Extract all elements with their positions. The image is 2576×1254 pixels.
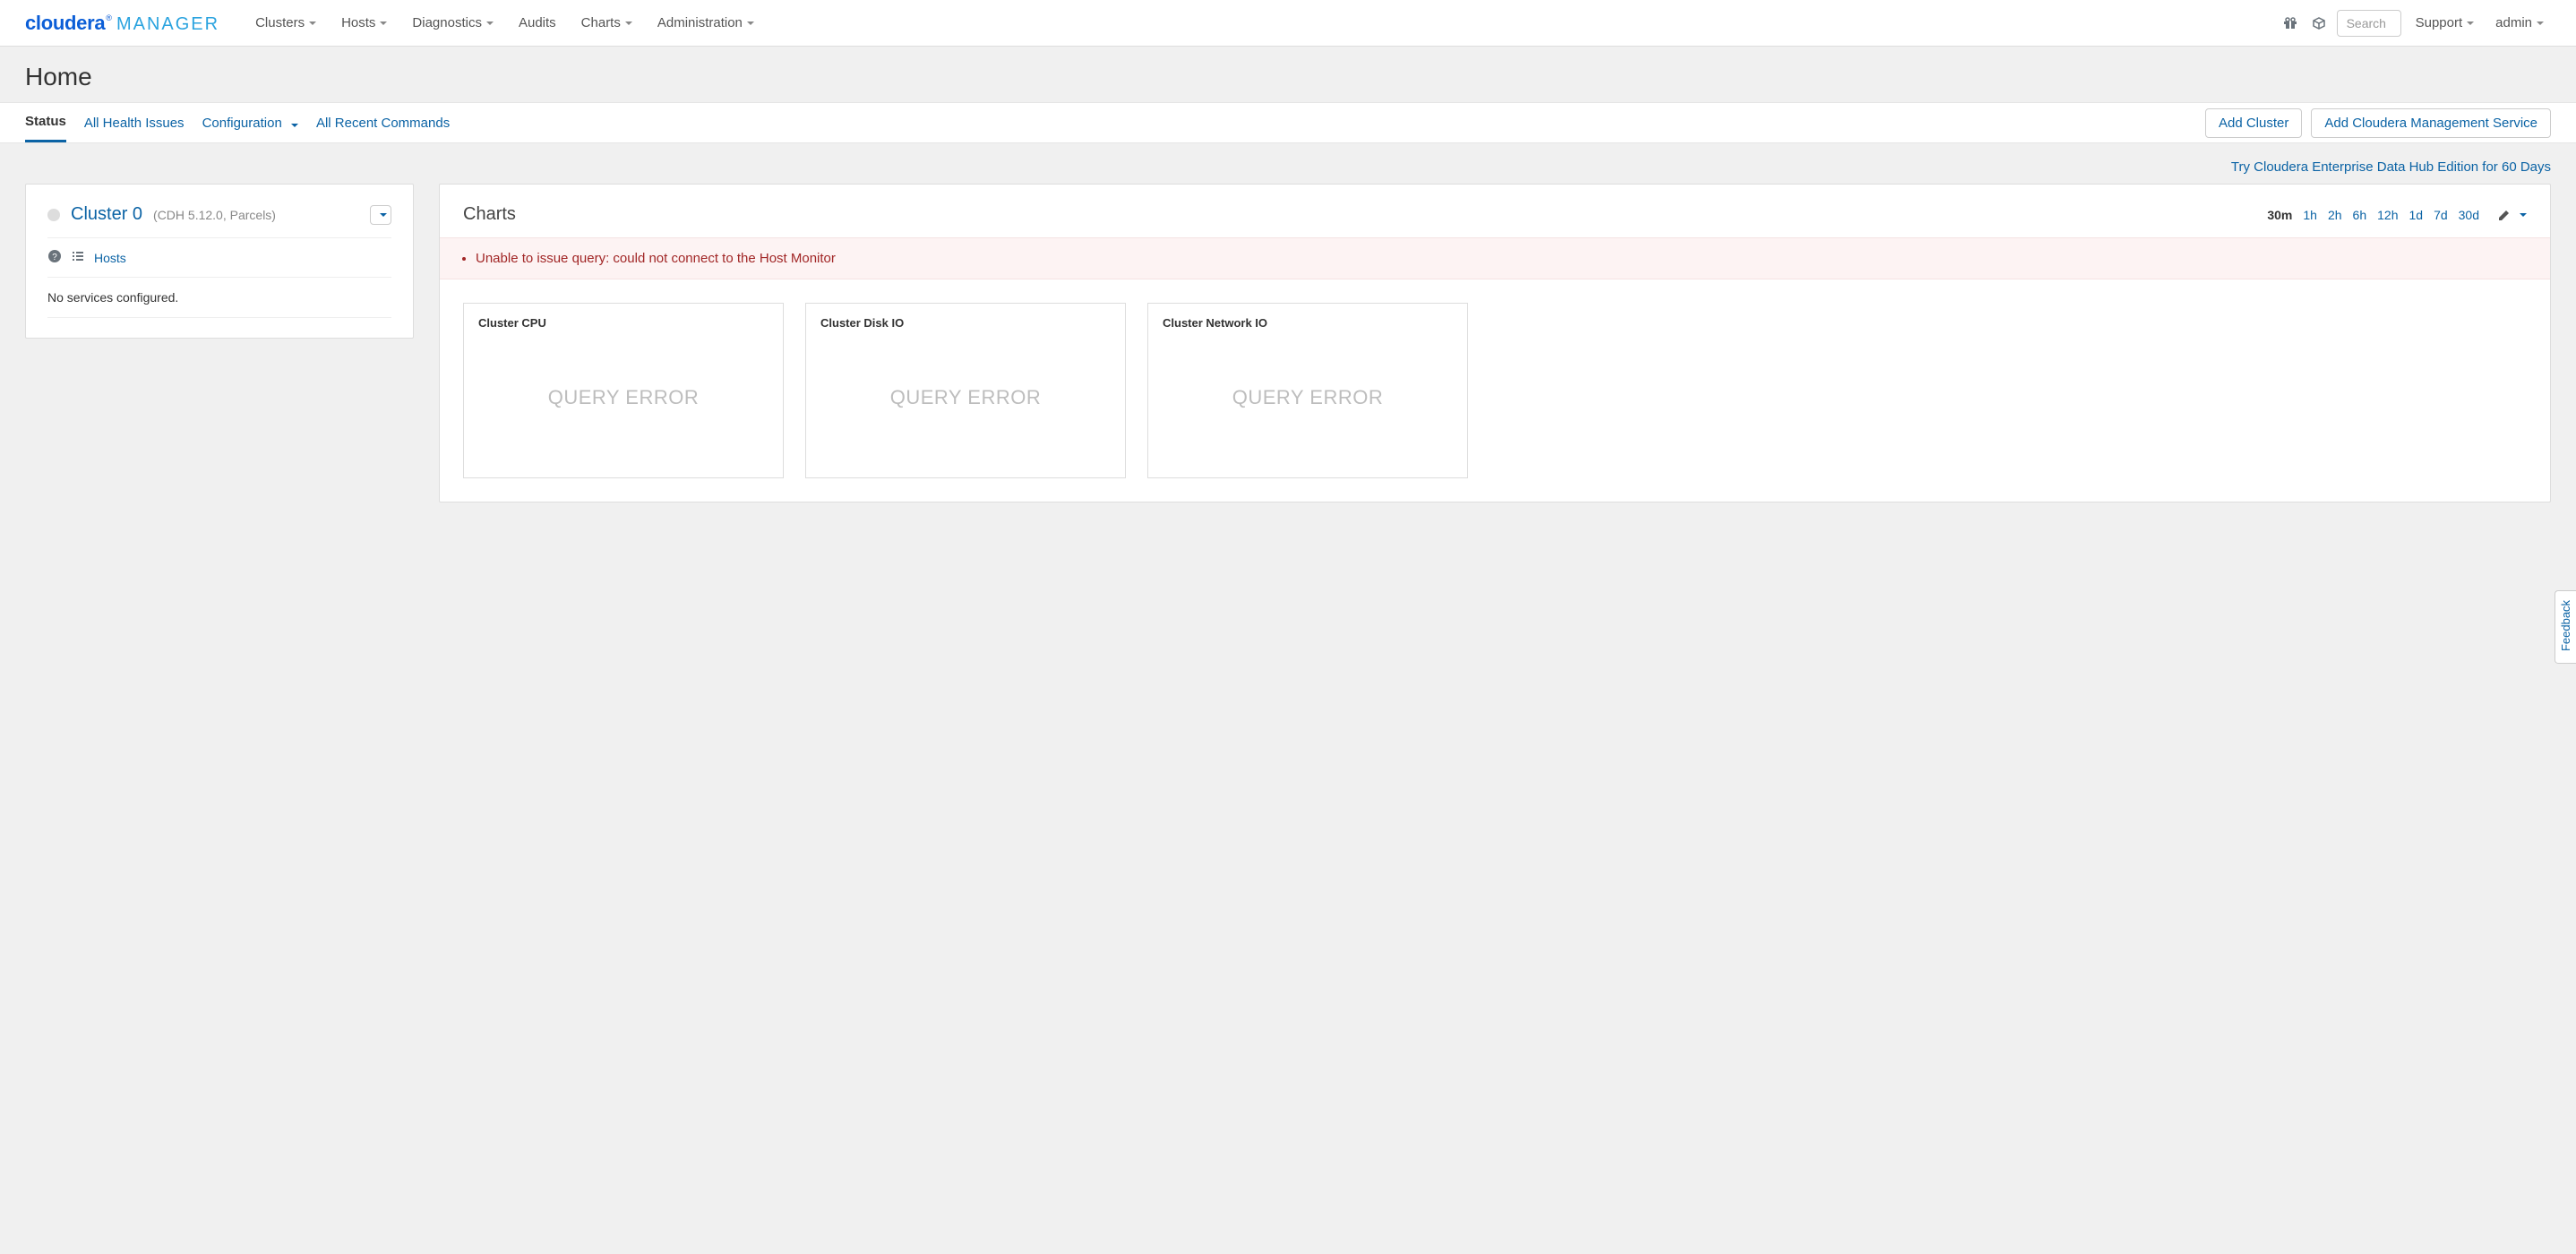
navbar-right: Support admin: [2280, 0, 2551, 47]
nav-administration[interactable]: Administration: [645, 0, 767, 47]
caret-down-icon: [291, 124, 298, 127]
tab-status[interactable]: Status: [25, 103, 66, 142]
registered-mark: ®: [106, 13, 112, 22]
nav-admin-user[interactable]: admin: [2488, 0, 2551, 47]
time-range-2h[interactable]: 2h: [2328, 208, 2342, 222]
caret-down-icon: [747, 21, 754, 25]
chart-query-error: QUERY ERROR: [1232, 386, 1384, 409]
charts-heading: Charts: [463, 204, 516, 225]
nav-support-label: Support: [2416, 15, 2463, 30]
brand-logo[interactable]: cloudera ® MANAGER: [25, 12, 219, 35]
svg-text:?: ?: [52, 253, 57, 262]
promo-row: Try Cloudera Enterprise Data Hub Edition…: [25, 143, 2551, 184]
page-title: Home: [25, 63, 2551, 91]
charts-error-message: Unable to issue query: could not connect…: [476, 251, 2527, 266]
nav-clusters-label: Clusters: [255, 15, 305, 30]
nav-clusters[interactable]: Clusters: [243, 0, 329, 47]
cluster-hosts-row: ? Hosts: [47, 238, 391, 278]
charts-header: Charts 30m 1h 2h 6h 12h 1d 7d 30d: [440, 204, 2550, 237]
caret-down-icon: [2537, 21, 2544, 25]
time-range-selector: 30m 1h 2h 6h 12h 1d 7d 30d: [2267, 208, 2527, 222]
nav-charts-label: Charts: [581, 15, 621, 30]
caret-down-icon: [380, 21, 387, 25]
cluster-no-services: No services configured.: [47, 278, 391, 318]
nav-audits[interactable]: Audits: [506, 0, 569, 47]
time-range-30d[interactable]: 30d: [2459, 208, 2479, 222]
top-navbar: cloudera ® MANAGER Clusters Hosts Diagno…: [0, 0, 2576, 47]
gift-icon[interactable]: [2280, 11, 2301, 36]
caret-down-icon: [2520, 213, 2527, 217]
caret-down-icon: [486, 21, 494, 25]
add-cms-button[interactable]: Add Cloudera Management Service: [2311, 108, 2551, 138]
nav-charts[interactable]: Charts: [569, 0, 645, 47]
tab-configuration[interactable]: Configuration: [202, 105, 298, 142]
chart-query-error: QUERY ERROR: [548, 386, 700, 409]
chart-tile-title: Cluster Disk IO: [820, 316, 1111, 330]
tab-recent-commands[interactable]: All Recent Commands: [316, 105, 450, 142]
chart-tile-title: Cluster CPU: [478, 316, 769, 330]
nav-support[interactable]: Support: [2409, 0, 2482, 47]
tabs-row: Status All Health Issues Configuration A…: [0, 102, 2576, 143]
tab-health-issues[interactable]: All Health Issues: [84, 105, 185, 142]
caret-down-icon: [309, 21, 316, 25]
cluster-header: Cluster 0 (CDH 5.12.0, Parcels): [47, 204, 391, 238]
chart-tile: Cluster Disk IO QUERY ERROR: [805, 303, 1126, 478]
time-range-12h[interactable]: 12h: [2377, 208, 2398, 222]
caret-down-icon: [625, 21, 632, 25]
time-range-7d[interactable]: 7d: [2434, 208, 2448, 222]
caret-down-icon: [380, 213, 387, 217]
question-icon: ?: [47, 249, 62, 266]
promo-trial-link[interactable]: Try Cloudera Enterprise Data Hub Edition…: [2231, 159, 2551, 175]
caret-down-icon: [2467, 21, 2474, 25]
cluster-actions-dropdown[interactable]: [370, 205, 391, 225]
tab-configuration-label: Configuration: [202, 116, 282, 131]
nav-admin-label: admin: [2495, 15, 2532, 30]
chart-tile: Cluster CPU QUERY ERROR: [463, 303, 784, 478]
feedback-label: Feedback: [2559, 600, 2572, 651]
nav-hosts[interactable]: Hosts: [329, 0, 399, 47]
brand-manager: MANAGER: [116, 14, 219, 35]
list-icon: [71, 249, 85, 266]
nav-hosts-label: Hosts: [341, 15, 375, 30]
chart-tile-title: Cluster Network IO: [1163, 316, 1453, 330]
cluster-card: Cluster 0 (CDH 5.12.0, Parcels) ? Hosts …: [25, 184, 414, 339]
time-range-1h[interactable]: 1h: [2303, 208, 2317, 222]
parcel-icon[interactable]: [2308, 11, 2330, 36]
page-header: Home: [0, 47, 2576, 102]
chart-tile: Cluster Network IO QUERY ERROR: [1147, 303, 1468, 478]
brand-cloudera: cloudera: [25, 12, 105, 35]
time-range-30m[interactable]: 30m: [2267, 208, 2292, 222]
chart-edit-dropdown[interactable]: [2497, 208, 2527, 222]
add-cluster-button[interactable]: Add Cluster: [2205, 108, 2302, 138]
nav-administration-label: Administration: [657, 15, 743, 30]
cluster-status-dot-icon: [47, 209, 60, 221]
time-range-1d[interactable]: 1d: [2409, 208, 2423, 222]
cluster-hosts-link[interactable]: Hosts: [94, 251, 126, 265]
feedback-tab[interactable]: Feedback: [2555, 590, 2576, 664]
charts-panel: Charts 30m 1h 2h 6h 12h 1d 7d 30d Unable to iss…: [439, 184, 2551, 502]
nav-audits-label: Audits: [519, 15, 556, 30]
tabs-actions: Add Cluster Add Cloudera Management Serv…: [2205, 108, 2551, 138]
cluster-meta: (CDH 5.12.0, Parcels): [153, 208, 276, 222]
nav-diagnostics-label: Diagnostics: [412, 15, 482, 30]
chart-grid: Cluster CPU QUERY ERROR Cluster Disk IO QUE…: [440, 279, 2550, 478]
charts-error-alert: Unable to issue query: could not connect…: [440, 237, 2550, 279]
nav-diagnostics[interactable]: Diagnostics: [399, 0, 506, 47]
time-range-6h[interactable]: 6h: [2353, 208, 2367, 222]
cluster-name-link[interactable]: Cluster 0: [71, 204, 142, 225]
chart-query-error: QUERY ERROR: [890, 386, 1042, 409]
search-input[interactable]: [2337, 10, 2401, 37]
